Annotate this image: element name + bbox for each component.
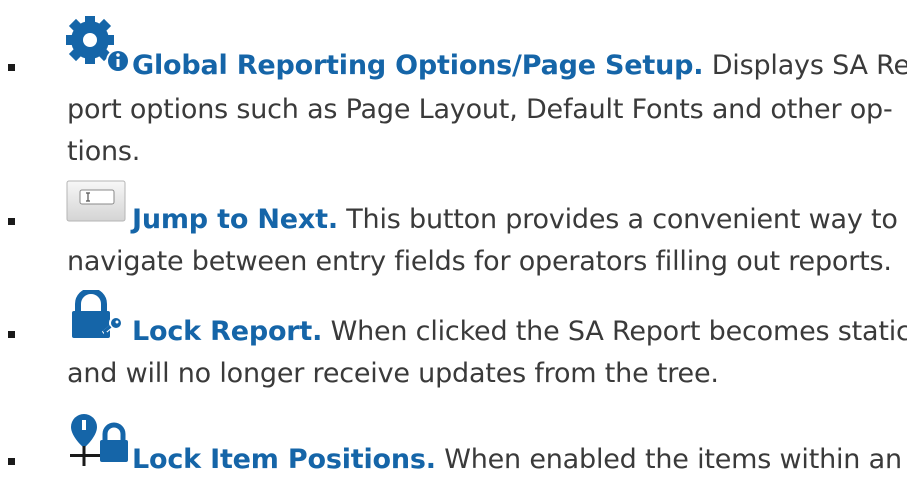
- item-text: When clicked the SA Report becomes stati…: [322, 316, 907, 347]
- item-text: This button provides a convenient way to: [337, 204, 898, 235]
- item-title: Global Reporting Options/Page Setup.: [132, 50, 704, 81]
- bullet: [8, 64, 15, 71]
- bullet: [8, 218, 15, 225]
- bullet: [8, 458, 15, 465]
- item-title: Jump to Next.: [132, 204, 338, 235]
- item-line-2: and will no longer receive updates from …: [67, 358, 719, 389]
- item-title: Lock Report.: [132, 316, 323, 347]
- pin-lock-icon[interactable]: [62, 412, 132, 468]
- item-line-1: Lock Report. When clicked the SA Report …: [132, 312, 907, 352]
- item-text: When enabled the items within an: [435, 444, 902, 475]
- bullet: [8, 331, 15, 338]
- item-line-3: tions.: [67, 136, 141, 167]
- item-line-2: navigate between entry fields for operat…: [67, 246, 892, 277]
- item-title: Lock Item Positions.: [132, 444, 436, 475]
- gear-info-icon[interactable]: [62, 14, 132, 74]
- item-line-1: Global Reporting Options/Page Setup. Dis…: [132, 46, 907, 86]
- item-text: Displays SA Re-: [703, 50, 907, 81]
- item-line-2: port options such as Page Layout, Defaul…: [67, 94, 893, 125]
- item-line-1: Lock Item Positions. When enabled the it…: [132, 440, 902, 480]
- text-field-button-icon[interactable]: [66, 180, 126, 222]
- padlock-icon[interactable]: [66, 290, 128, 340]
- item-line-1: Jump to Next. This button provides a con…: [132, 200, 898, 240]
